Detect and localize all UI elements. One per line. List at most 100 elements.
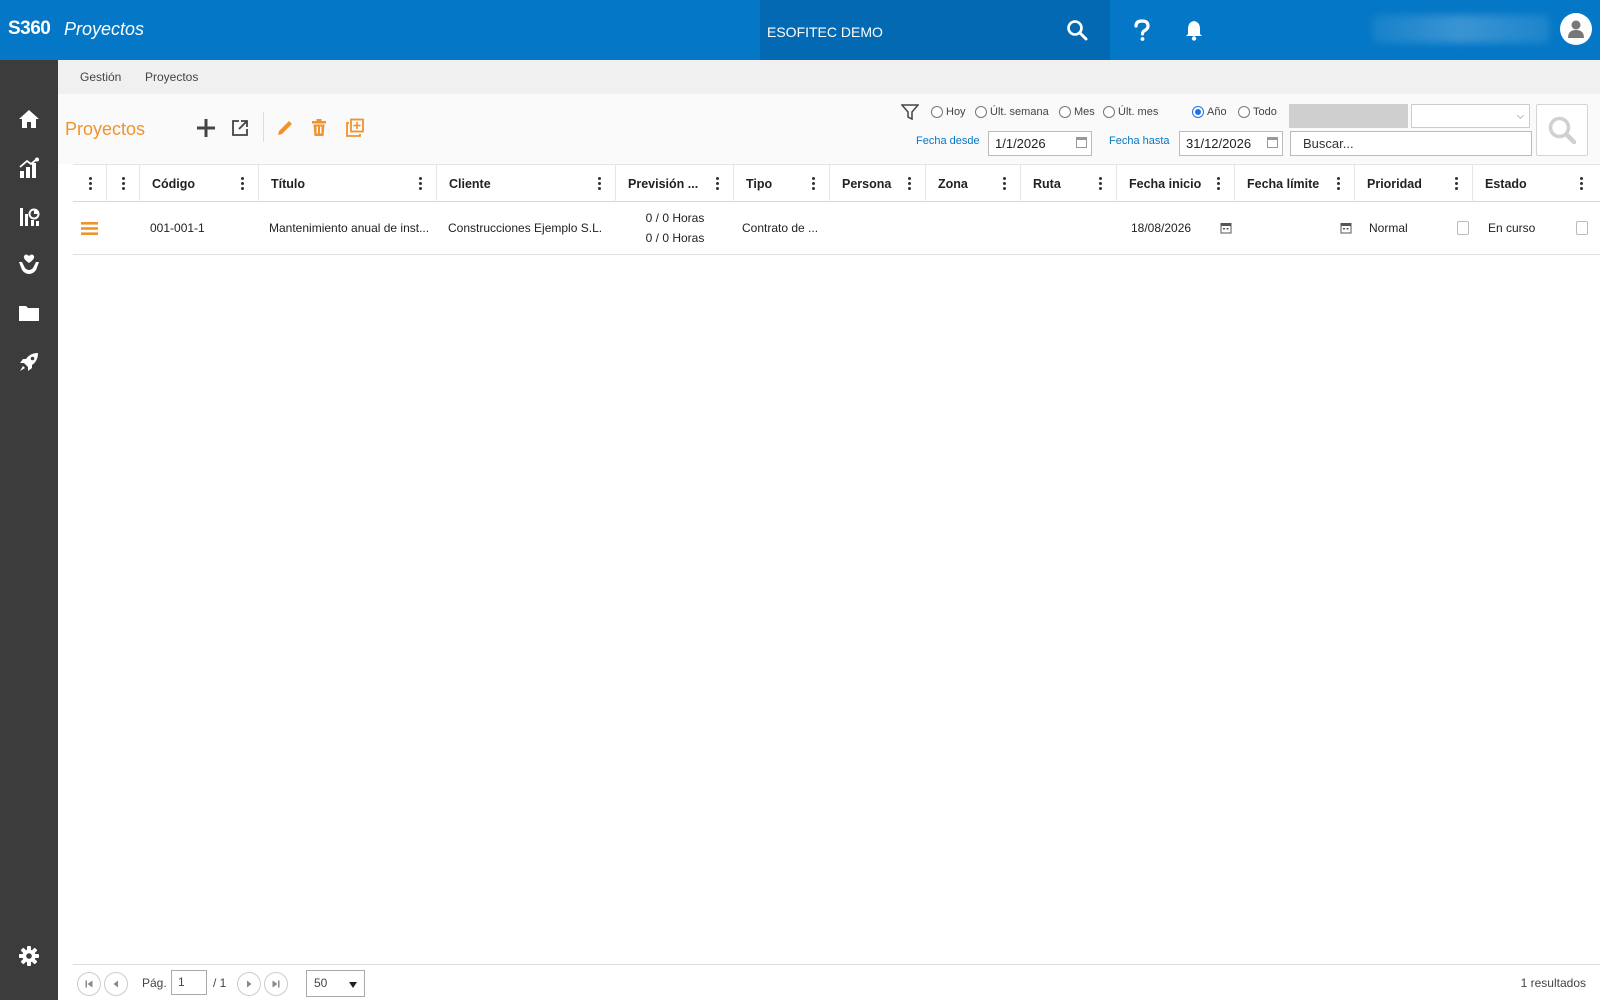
calendar-icon[interactable] bbox=[1267, 137, 1278, 148]
calendar-icon[interactable] bbox=[1340, 202, 1354, 254]
column-menu-icon[interactable] bbox=[596, 177, 602, 191]
bell-icon[interactable] bbox=[1182, 18, 1206, 42]
external-link-icon[interactable] bbox=[229, 117, 251, 139]
app-title: Proyectos bbox=[64, 19, 145, 39]
plus-icon[interactable] bbox=[195, 117, 217, 139]
column-menu-icon[interactable] bbox=[906, 177, 912, 191]
radio-button[interactable] bbox=[1238, 106, 1250, 118]
radio-button[interactable] bbox=[1103, 106, 1115, 118]
radio-todo[interactable]: Todo bbox=[1238, 106, 1277, 118]
avatar-icon[interactable] bbox=[1560, 13, 1592, 45]
column-prioridad[interactable]: Prioridad bbox=[1355, 165, 1473, 202]
column-menu-icon[interactable] bbox=[1215, 177, 1221, 191]
search-button[interactable] bbox=[1536, 104, 1588, 156]
column-codigo[interactable]: Código bbox=[140, 165, 259, 202]
column-menu-icon[interactable] bbox=[1578, 177, 1584, 191]
column-menu-icon[interactable] bbox=[810, 177, 816, 191]
radio-button[interactable] bbox=[931, 106, 943, 118]
page-size-select[interactable]: 50 bbox=[306, 970, 365, 997]
radio-button[interactable] bbox=[1059, 106, 1071, 118]
estado-checkbox[interactable] bbox=[1576, 202, 1592, 254]
column-menu-icon[interactable] bbox=[239, 177, 245, 191]
cell-fecha-inicio[interactable]: 18/08/2026 bbox=[1131, 202, 1211, 254]
cell-zona[interactable] bbox=[936, 202, 1016, 254]
column-menu-icon[interactable] bbox=[1001, 177, 1007, 191]
pencil-icon[interactable] bbox=[274, 117, 296, 139]
radio-button[interactable] bbox=[975, 106, 987, 118]
calendar-icon[interactable] bbox=[1076, 137, 1087, 148]
radio-ult-mes[interactable]: Últ. mes bbox=[1103, 106, 1158, 118]
radio-label: Hoy bbox=[946, 106, 966, 118]
cell-titulo[interactable]: Mantenimiento anual de inst... bbox=[269, 202, 434, 254]
fecha-hasta-input[interactable]: 31/12/2026 bbox=[1179, 131, 1283, 156]
folder-icon[interactable] bbox=[17, 301, 41, 325]
page-label: Pág. bbox=[142, 976, 167, 990]
duplicate-icon[interactable] bbox=[344, 117, 366, 139]
home-icon[interactable] bbox=[17, 107, 41, 131]
cell-fecha-limite[interactable] bbox=[1245, 202, 1335, 254]
rocket-icon[interactable] bbox=[17, 350, 41, 374]
column-menu-icon[interactable] bbox=[1097, 177, 1103, 191]
column-menu-icon[interactable] bbox=[87, 177, 93, 191]
cell-prevision[interactable]: 0 / 0 Horas 0 / 0 Horas bbox=[616, 202, 734, 254]
last-page-icon[interactable] bbox=[264, 972, 288, 996]
column-persona[interactable]: Persona bbox=[830, 165, 926, 202]
radio-ult-semana[interactable]: Últ. semana bbox=[975, 106, 1049, 118]
page-input[interactable]: 1 bbox=[171, 970, 207, 995]
chart-icon[interactable] bbox=[17, 156, 41, 180]
column-zona[interactable]: Zona bbox=[926, 165, 1021, 202]
prev-page-icon[interactable] bbox=[104, 972, 128, 996]
column-titulo[interactable]: Título bbox=[259, 165, 437, 202]
column-cliente[interactable]: Cliente bbox=[437, 165, 616, 202]
radio-hoy[interactable]: Hoy bbox=[931, 106, 966, 118]
cell-cliente[interactable]: Construcciones Ejemplo S.L. bbox=[448, 202, 613, 254]
column-menu-icon[interactable] bbox=[120, 177, 126, 191]
column-tipo[interactable]: Tipo bbox=[734, 165, 830, 202]
fecha-desde-input[interactable]: 1/1/2026 bbox=[988, 131, 1092, 156]
user-name-blurred[interactable] bbox=[1372, 15, 1550, 43]
calendar-icon[interactable] bbox=[1220, 202, 1234, 254]
company-name[interactable]: ESOFITEC DEMO bbox=[767, 24, 883, 40]
help-icon[interactable] bbox=[1130, 18, 1154, 42]
radio-label: Últ. semana bbox=[990, 106, 1049, 118]
dashboard-icon[interactable] bbox=[17, 204, 41, 228]
column-estado[interactable]: Estado bbox=[1473, 165, 1600, 202]
radio-label: Año bbox=[1207, 106, 1227, 118]
gear-icon[interactable] bbox=[17, 944, 41, 968]
breadcrumb-proyectos[interactable]: Proyectos bbox=[145, 70, 198, 84]
trash-icon[interactable] bbox=[308, 117, 330, 139]
column-menu-icon[interactable] bbox=[1453, 177, 1459, 191]
column-fecha-limite[interactable]: Fecha límite bbox=[1235, 165, 1355, 202]
filter-icon[interactable] bbox=[900, 103, 920, 124]
breadcrumb-gestion[interactable]: Gestión bbox=[80, 70, 121, 84]
table-row[interactable]: 001-001-1 Mantenimiento anual de inst...… bbox=[73, 202, 1600, 255]
column-menu-icon[interactable] bbox=[417, 177, 423, 191]
checkbox[interactable] bbox=[1576, 221, 1588, 235]
radio-button-selected[interactable] bbox=[1192, 106, 1204, 118]
column-title: Ruta bbox=[1033, 177, 1061, 191]
column-ruta[interactable]: Ruta bbox=[1021, 165, 1117, 202]
column-fecha-inicio[interactable]: Fecha inicio bbox=[1117, 165, 1235, 202]
cell-estado[interactable]: En curso bbox=[1488, 202, 1568, 254]
row-menu-icon[interactable] bbox=[81, 202, 101, 254]
cell-ruta[interactable] bbox=[1031, 202, 1111, 254]
cell-codigo[interactable]: 001-001-1 bbox=[150, 202, 255, 254]
brand-logo[interactable]: S360 bbox=[8, 18, 51, 40]
checkbox[interactable] bbox=[1457, 221, 1469, 235]
cell-tipo[interactable]: Contrato de ... bbox=[742, 202, 827, 254]
hand-care-icon[interactable] bbox=[17, 252, 41, 276]
next-page-icon[interactable] bbox=[237, 972, 261, 996]
column-prevision[interactable]: Previsión ... bbox=[616, 165, 734, 202]
cell-persona[interactable] bbox=[840, 202, 920, 254]
filter-select[interactable] bbox=[1411, 104, 1530, 128]
prioridad-checkbox[interactable] bbox=[1457, 202, 1473, 254]
radio-label: Mes bbox=[1074, 106, 1095, 118]
column-menu-icon[interactable] bbox=[714, 177, 720, 191]
column-menu-icon[interactable] bbox=[1335, 177, 1341, 191]
radio-mes[interactable]: Mes bbox=[1059, 106, 1095, 118]
radio-ano[interactable]: Año bbox=[1192, 106, 1227, 118]
search-input[interactable]: Buscar... bbox=[1290, 131, 1532, 156]
search-icon[interactable] bbox=[1065, 18, 1089, 42]
cell-prioridad[interactable]: Normal bbox=[1369, 202, 1449, 254]
first-page-icon[interactable] bbox=[77, 972, 101, 996]
